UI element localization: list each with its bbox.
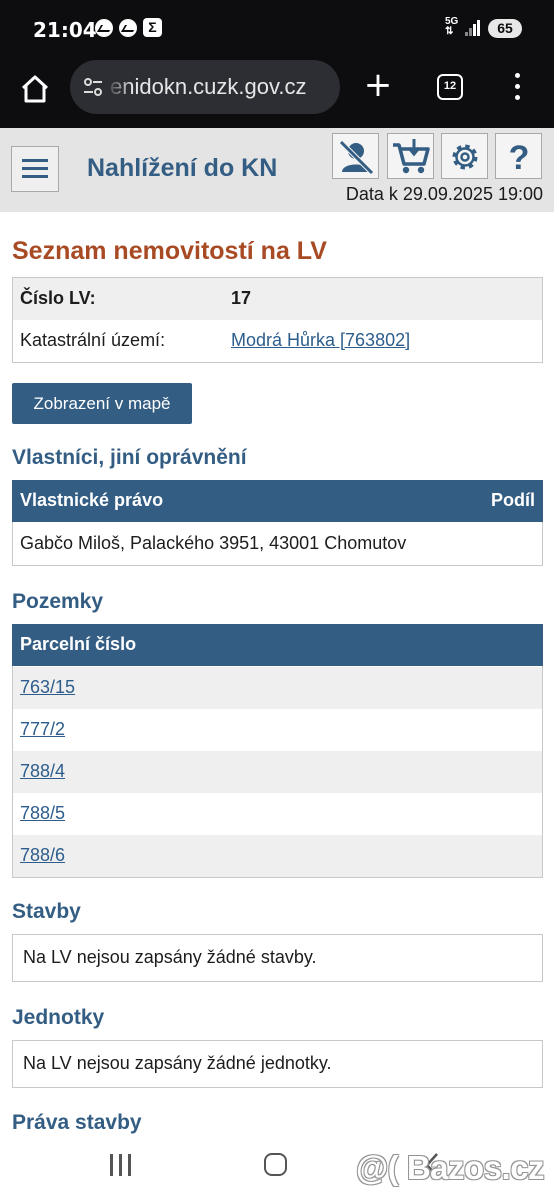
lv-info-table: Číslo LV: 17 Katastrální území: Modrá Hů…: [12, 277, 543, 363]
cadastral-area-link[interactable]: Modrá Hůrka [763802]: [231, 330, 410, 351]
units-section-title: Jednotky: [12, 1006, 105, 1029]
table-row: 763/15: [13, 667, 542, 709]
url-text[interactable]: enidokn.cuzk.gov.cz: [110, 74, 306, 100]
owner-name: Gabčo Miloš, Palackého 3951, 43001 Chomu…: [20, 533, 407, 553]
site-title[interactable]: Nahlížení do KN: [87, 154, 277, 183]
table-row: Gabčo Miloš, Palackého 3951, 43001 Chomu…: [13, 523, 542, 565]
bazos-watermark: @( Bazos.cz: [356, 1149, 545, 1186]
browser-toolbar: enidokn.cuzk.gov.cz + 12: [0, 58, 554, 128]
system-nav-bar: @( Bazos.cz: [0, 1138, 554, 1200]
svg-text:?: ?: [509, 139, 530, 177]
cadastral-area-row: Katastrální území: Modrá Hůrka [763802]: [13, 320, 542, 362]
status-time: 21:04: [33, 18, 97, 42]
page-title: Seznam nemovitostí na LV: [12, 237, 327, 265]
parcel-link[interactable]: 777/2: [20, 719, 65, 740]
gear-icon[interactable]: [441, 133, 488, 179]
building-rights-section-title: Práva stavby: [12, 1111, 142, 1134]
overflow-menu-icon[interactable]: [510, 72, 526, 102]
table-row: 788/5: [13, 793, 542, 835]
menu-icon[interactable]: [11, 146, 59, 192]
parcel-link[interactable]: 788/4: [20, 761, 65, 782]
share-column-header: Podíl: [491, 490, 535, 510]
signal-icon: [465, 20, 481, 36]
address-bar[interactable]: enidokn.cuzk.gov.cz: [70, 60, 340, 114]
home-icon[interactable]: [18, 72, 52, 106]
table-row: 788/4: [13, 751, 542, 793]
lv-number-label: Číslo LV:: [20, 288, 96, 308]
units-note: Na LV nejsou zapsány žádné jednotky.: [12, 1040, 543, 1088]
home-button-icon[interactable]: [264, 1153, 287, 1176]
sigma-icon: Σ: [143, 18, 162, 37]
tabs-icon[interactable]: 12: [437, 74, 463, 100]
data-date: Data k 29.09.2025 19:00: [345, 184, 543, 204]
messenger-icon: [119, 19, 137, 37]
table-row: 777/2: [13, 709, 542, 751]
table-row: 788/6: [13, 835, 542, 877]
recent-apps-icon[interactable]: [108, 1154, 132, 1176]
site-settings-icon[interactable]: [82, 76, 104, 98]
messenger-icon: [95, 19, 113, 37]
status-bar: 21:04 Σ 5G ⇅ 65: [0, 0, 554, 58]
buildings-section-title: Stavby: [12, 900, 81, 923]
owners-table: Vlastnické právo Podíl Gabčo Miloš, Pala…: [12, 480, 543, 566]
show-on-map-button[interactable]: Zobrazení v mapě: [12, 383, 192, 424]
cadastral-area-label: Katastrální území:: [20, 330, 166, 350]
buildings-note: Na LV nejsou zapsány žádné stavby.: [12, 934, 543, 982]
network-indicator: 5G ⇅: [445, 16, 459, 37]
parcel-link[interactable]: 788/5: [20, 803, 65, 824]
parcels-table: Parcelní číslo 763/15 777/2 788/4 788/5 …: [12, 624, 543, 878]
parcel-number-column-header: Parcelní číslo: [20, 634, 137, 654]
owners-section-title: Vlastníci, jiní oprávnění: [12, 446, 247, 469]
battery-indicator: 65: [488, 19, 522, 38]
help-icon[interactable]: ?: [495, 133, 542, 179]
parcel-link[interactable]: 763/15: [20, 677, 75, 698]
owners-table-header: Vlastnické právo Podíl: [12, 480, 543, 522]
lv-number-row: Číslo LV: 17: [13, 278, 542, 320]
lv-number-value: 17: [231, 288, 252, 308]
parcels-table-header: Parcelní číslo: [12, 624, 543, 666]
cart-icon[interactable]: [387, 133, 434, 179]
new-tab-icon[interactable]: +: [362, 68, 394, 102]
user-off-icon[interactable]: [332, 133, 379, 179]
parcels-section-title: Pozemky: [12, 590, 104, 613]
ownership-column-header: Vlastnické právo: [20, 490, 164, 510]
parcel-link[interactable]: 788/6: [20, 845, 65, 866]
site-header: Nahlížení do KN ? Data k 29.09.2025 19:0…: [0, 128, 554, 212]
